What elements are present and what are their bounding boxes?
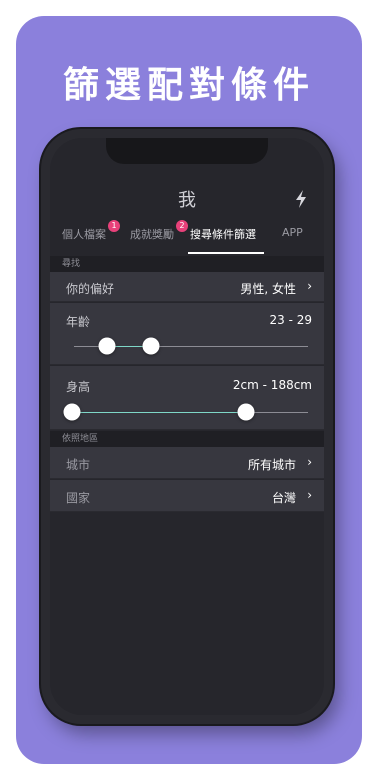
tab-profile-label: 個人檔案 [62,228,106,241]
age-slider-max-handle[interactable] [142,337,160,355]
city-label: 城市 [66,458,91,472]
city-value: 所有城市 [247,458,296,472]
chevron-right-icon: › [307,455,312,469]
height-label: 身高 [66,380,91,394]
preference-label: 你的偏好 [66,282,115,296]
age-label: 年齡 [66,315,91,329]
height-slider-min-handle[interactable] [63,403,81,421]
tab-app-label: APP [282,226,303,239]
page-title: 我 [178,190,196,211]
promo-card: 篩選配對條件 我 個人檔案 1 成就獎勵 2 搜尋條件篩選 APP 尋找 你的偏… [16,16,362,764]
preference-value: 男性, 女性 [240,282,296,296]
tab-achievements[interactable]: 成就獎勵 2 [130,220,188,242]
age-value: 23 - 29 [269,313,313,327]
tab-app[interactable]: APP [282,226,303,239]
promo-headline: 篩選配對條件 [62,65,315,106]
tab-profile[interactable]: 個人檔案 1 [62,220,120,242]
country-row[interactable]: 國家 台灣 › [50,480,324,512]
tab-search-filter[interactable]: 搜尋條件篩選 [190,226,256,242]
country-label: 國家 [66,491,91,505]
city-row[interactable]: 城市 所有城市 › [50,447,324,479]
tab-search-filter-label: 搜尋條件篩選 [190,228,256,241]
notification-badge: 2 [176,220,188,232]
active-tab-indicator [188,252,264,254]
height-slider-range [72,412,246,413]
phone-screen: 我 個人檔案 1 成就獎勵 2 搜尋條件篩選 APP 尋找 你的偏好 男性, 女… [50,138,324,715]
height-row: 身高 2cm - 188cm [50,366,324,430]
age-row: 年齡 23 - 29 [50,303,324,365]
lightning-icon[interactable] [294,190,308,208]
tab-bar: 個人檔案 1 成就獎勵 2 搜尋條件篩選 APP [50,218,324,248]
age-slider-min-handle[interactable] [98,337,116,355]
section-label-find: 尋找 [50,256,324,272]
country-value: 台灣 [271,491,296,505]
tab-achievements-label: 成就獎勵 [130,228,174,241]
height-slider-max-handle[interactable] [237,403,255,421]
height-value: 2cm - 188cm [232,378,312,392]
chevron-right-icon: › [307,488,312,502]
notification-badge: 1 [108,220,120,232]
preference-row[interactable]: 你的偏好 男性, 女性 › [50,272,324,302]
section-label-region: 依照地區 [50,431,324,447]
chevron-right-icon: › [307,279,312,293]
phone-notch [106,138,268,164]
phone-frame: 我 個人檔案 1 成就獎勵 2 搜尋條件篩選 APP 尋找 你的偏好 男性, 女… [41,129,333,724]
